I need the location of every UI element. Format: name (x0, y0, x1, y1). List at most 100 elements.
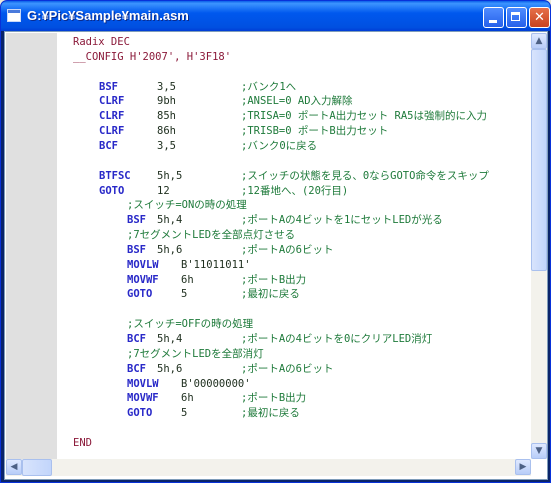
horizontal-scroll-thumb[interactable] (22, 459, 52, 476)
code-comment: ;最初に戻る (241, 407, 300, 420)
code-line[interactable]: 5CLRF9bh;ANSEL=0 AD入力解除 (57, 94, 531, 109)
code-comment: ;TRISA=0 ポートA出力セット RA5は強制的に入力 (241, 110, 488, 123)
code-line[interactable]: 2__CONFIG H'2007', H'3F18' (57, 50, 531, 65)
maximize-button[interactable] (506, 7, 527, 28)
code-comment: ;12番地へ、(20行目) (241, 184, 349, 197)
arrow-right-icon: ▶ (519, 462, 527, 472)
close-icon: ✕ (534, 10, 545, 25)
horizontal-scrollbar[interactable]: ◀ ▶ (6, 459, 531, 476)
size-grip[interactable] (533, 462, 547, 476)
minimize-button[interactable] (483, 7, 504, 28)
code-line[interactable]: 10BTFSC5h,5;スイッチの状態を見る、0ならGOTO命令をスキップ (57, 169, 531, 184)
code-comment: ;7セグメントLEDを全部点灯させる (127, 229, 296, 242)
scroll-right-button[interactable]: ▶ (515, 459, 531, 475)
instruction-operand: 5 (181, 407, 188, 420)
instruction-mnemonic: MOVWF (127, 273, 159, 286)
instruction-mnemonic: BSF (127, 214, 146, 227)
instruction-operand: 86h (157, 125, 176, 138)
instruction-operand: 5h,6 (157, 362, 183, 375)
code-line[interactable]: 25MOVWF6h;ポートB出力 (57, 391, 531, 406)
code-line[interactable]: 24MOVLWB'00000000' (57, 377, 531, 392)
instruction-operand: 12 (157, 184, 170, 197)
editor-window: G:¥Pic¥Sample¥main.asm ✕ 1Radix DEC2__CO… (0, 0, 551, 483)
directive: END (73, 436, 92, 449)
code-line[interactable]: 12;スイッチ=ONの時の処理 (57, 198, 531, 213)
arrow-up-icon: ▲ (535, 36, 543, 46)
code-line[interactable]: 14;7セグメントLEDを全部点灯させる (57, 228, 531, 243)
code-comment: ;ポートAの6ビット (241, 243, 334, 256)
code-line[interactable]: 13BSF5h,4;ポートAの4ビットを1にセットLEDが光る (57, 213, 531, 228)
instruction-operand: 5h,4 (157, 333, 183, 345)
instruction-operand: 5h,6 (157, 243, 183, 256)
code-line[interactable]: 6CLRF85h;TRISA=0 ポートA出力セット RA5は強制的に入力 (57, 109, 531, 124)
code-line[interactable]: 26GOTO5;最初に戻る (57, 406, 531, 421)
instruction-operand: 9bh (157, 95, 176, 108)
scroll-down-button[interactable]: ▼ (531, 443, 547, 459)
instruction-mnemonic: GOTO (127, 288, 153, 301)
instruction-operand: 85h (157, 110, 176, 123)
code-comment: ;ポートAの4ビットを1にセットLEDが光る (241, 214, 443, 227)
arrow-down-icon: ▼ (535, 446, 543, 456)
code-comment: ;ポートAの6ビット (241, 362, 334, 375)
close-button[interactable]: ✕ (529, 7, 550, 28)
code-comment: ;TRISB=0 ポートB出力セット (241, 125, 389, 138)
instruction-mnemonic: CLRF (99, 110, 125, 123)
code-line[interactable]: 23BCF5h,6;ポートAの6ビット (57, 362, 531, 377)
instruction-mnemonic: BCF (99, 139, 118, 152)
line-number-gutter (6, 33, 58, 459)
instruction-mnemonic: BSF (99, 80, 118, 93)
instruction-operand: 3,5 (157, 139, 176, 152)
title-bar[interactable]: G:¥Pic¥Sample¥main.asm ✕ (1, 1, 550, 31)
instruction-mnemonic: BCF (127, 362, 146, 375)
code-comment: ;ポートB出力 (241, 273, 307, 286)
code-line[interactable]: 11GOTO12;12番地へ、(20行目) (57, 184, 531, 199)
instruction-mnemonic: CLRF (99, 125, 125, 138)
code-comment: ;最初に戻る (241, 288, 300, 301)
code-line[interactable]: 27 (57, 421, 531, 436)
instruction-operand: B'11011011' (181, 258, 251, 271)
code-comment: ;7セグメントLEDを全部消灯 (127, 347, 264, 360)
code-line[interactable]: 7CLRF86h;TRISB=0 ポートB出力セット (57, 124, 531, 139)
code-line[interactable]: 22;7セグメントLEDを全部消灯 (57, 347, 531, 362)
code-line[interactable]: 8BCF3,5;バンク0に戻る (57, 139, 531, 154)
minimize-icon (489, 20, 497, 23)
code-line[interactable]: 3 (57, 65, 531, 80)
instruction-mnemonic: MOVWF (127, 392, 159, 405)
code-line[interactable]: 1Radix DEC (57, 35, 531, 50)
scroll-left-button[interactable]: ◀ (6, 459, 22, 475)
code-line[interactable]: 15BSF5h,6;ポートAの6ビット (57, 243, 531, 258)
code-line[interactable]: 18GOTO5;最初に戻る (57, 287, 531, 302)
maximize-icon (511, 12, 520, 21)
code-line[interactable]: 16MOVLWB'11011011' (57, 258, 531, 273)
code-line[interactable]: 17MOVWF6h;ポートB出力 (57, 273, 531, 288)
code-comment: ;ポートB出力 (241, 392, 307, 405)
code-editor[interactable]: 1Radix DEC2__CONFIG H'2007', H'3F18'34BS… (4, 31, 548, 480)
vertical-scrollbar[interactable]: ▲ ▼ (531, 33, 547, 459)
code-comment: ;スイッチの状態を見る、0ならGOTO命令をスキップ (241, 169, 489, 182)
instruction-mnemonic: BCF (127, 333, 146, 345)
code-line[interactable]: 9 (57, 154, 531, 169)
directive: __CONFIG H'2007', H'3F18' (73, 50, 232, 63)
instruction-mnemonic: GOTO (99, 184, 125, 197)
code-comment: ;スイッチ=ONの時の処理 (127, 199, 247, 212)
vertical-scroll-thumb[interactable] (531, 49, 547, 271)
code-area[interactable]: 1Radix DEC2__CONFIG H'2007', H'3F18'34BS… (57, 33, 531, 459)
code-line[interactable]: 20;スイッチ=OFFの時の処理 (57, 317, 531, 332)
instruction-operand: 5h,5 (157, 169, 183, 182)
code-line[interactable]: 28END (57, 436, 531, 451)
instruction-operand: 3,5 (157, 80, 176, 93)
instruction-operand: 5h,4 (157, 214, 183, 227)
code-comment: ;ANSEL=0 AD入力解除 (241, 95, 353, 108)
instruction-operand: 6h (181, 273, 194, 286)
arrow-left-icon: ◀ (10, 462, 18, 472)
code-line[interactable]: 21BCF5h,4;ポートAの4ビットを0にクリアLED消灯 (57, 332, 531, 347)
instruction-mnemonic: CLRF (99, 95, 125, 108)
instruction-mnemonic: MOVLW (127, 258, 159, 271)
code-line[interactable]: 4BSF3,5;バンク1へ (57, 80, 531, 95)
document-icon (7, 9, 21, 22)
scroll-up-button[interactable]: ▲ (531, 33, 547, 49)
window-title: G:¥Pic¥Sample¥main.asm (27, 8, 189, 23)
instruction-mnemonic: MOVLW (127, 377, 159, 390)
code-line[interactable]: 19 (57, 302, 531, 317)
instruction-mnemonic: GOTO (127, 407, 153, 420)
